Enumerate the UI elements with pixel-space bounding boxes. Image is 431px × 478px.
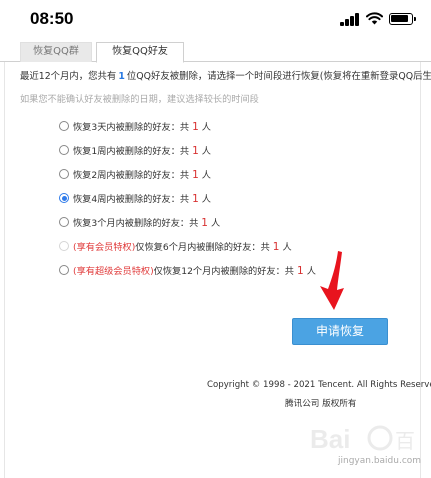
tab-bar: 恢复QQ群 恢复QQ好友 [0,40,431,63]
option-count: 1 [192,121,199,133]
annotation-arrow-icon [320,251,344,310]
intro-before: 最近12个月内，您共有 [20,71,117,82]
company-text: 腾讯公司 版权所有 [285,399,357,409]
vip-privilege-label: (享有会员特权) [73,242,136,253]
option-3-days[interactable]: 恢复3天内被删除的好友：共 1 人 [59,120,211,136]
option-unit: 人 [201,146,211,157]
radio-1-week[interactable] [59,145,69,155]
radio-2-weeks[interactable] [59,169,69,179]
cellular-signal-icon [340,13,360,26]
option-unit: 人 [201,122,211,133]
option-4-weeks[interactable]: 恢复4周内被删除的好友：共 1 人 [59,192,211,208]
option-count: 1 [192,193,199,205]
tab-restore-group[interactable]: 恢复QQ群 [20,42,92,62]
super-vip-privilege-label: (享有超级会员特权) [73,266,154,277]
status-bar: 08:50 [0,0,431,40]
wifi-icon [366,12,383,25]
option-1-week[interactable]: 恢复1周内被删除的好友：共 1 人 [59,144,211,160]
option-label: 恢复3个月内被删除的好友：共 [73,218,199,229]
watermark-site-text: jingyan.baidu.com [338,456,422,466]
apply-restore-button[interactable]: 申请恢复 [292,318,388,345]
option-2-weeks[interactable]: 恢复2周内被删除的好友：共 1 人 [59,168,211,184]
deleted-friend-count: 1 [118,71,125,82]
option-12-months[interactable]: (享有超级会员特权)仅恢复12个月内被删除的好友：共 1 人 [59,264,316,280]
copyright-text: Copyright © 1998 - 2021 Tencent. All Rig… [207,380,431,390]
tab-restore-friend[interactable]: 恢复QQ好友 [96,42,184,63]
radio-12-months[interactable] [59,265,69,275]
option-label: 恢复2周内被删除的好友：共 [73,170,190,181]
option-unit: 人 [282,242,292,253]
watermark-logo-text: Bai [310,424,350,454]
hint-text: 如果您不能确认好友被删除的日期，建议选择较长的时间段 [20,94,259,105]
radio-4-weeks-selected[interactable] [59,193,69,203]
intro-after: 位QQ好友被删除，请选择一个时间段进行恢复(恢复将在重新登录QQ后生效) [126,71,431,82]
radio-3-days[interactable] [59,121,69,131]
option-unit: 人 [201,194,211,205]
battery-icon [389,13,416,25]
option-count: 1 [272,241,280,253]
frame-border-right [420,62,421,478]
watermark-logo-paw: 百 [395,429,415,453]
intro-text: 最近12个月内，您共有 1 位QQ好友被删除，请选择一个时间段进行恢复(恢复将在重新… [20,70,431,84]
option-count: 1 [201,217,208,229]
option-3-months[interactable]: 恢复3个月内被删除的好友：共 1 人 [59,216,220,232]
option-unit: 人 [210,218,221,229]
option-count: 1 [297,265,304,277]
option-6-months[interactable]: (享有会员特权)仅恢复6个月内被删除的好友：共 1 人 [59,240,292,256]
option-count: 1 [192,169,199,181]
option-label: 恢复4周内被删除的好友：共 [73,194,190,205]
option-label: 恢复1周内被删除的好友：共 [73,146,190,157]
frame-border-left [4,62,5,478]
option-label: 仅恢复12个月内被删除的好友：共 [153,266,294,277]
option-label: 恢复3天内被删除的好友：共 [73,122,190,133]
option-label: 仅恢复6个月内被删除的好友：共 [135,242,270,253]
restore-friends-page: 08:50 恢复QQ群 恢复QQ好友 最近12个月内，您共有 1 位QQ好友被删除，… [0,0,431,478]
radio-3-months[interactable] [59,217,69,227]
option-count: 1 [192,145,199,157]
radio-6-months[interactable] [59,241,69,251]
status-time: 08:50 [30,9,74,28]
option-unit: 人 [201,170,211,181]
